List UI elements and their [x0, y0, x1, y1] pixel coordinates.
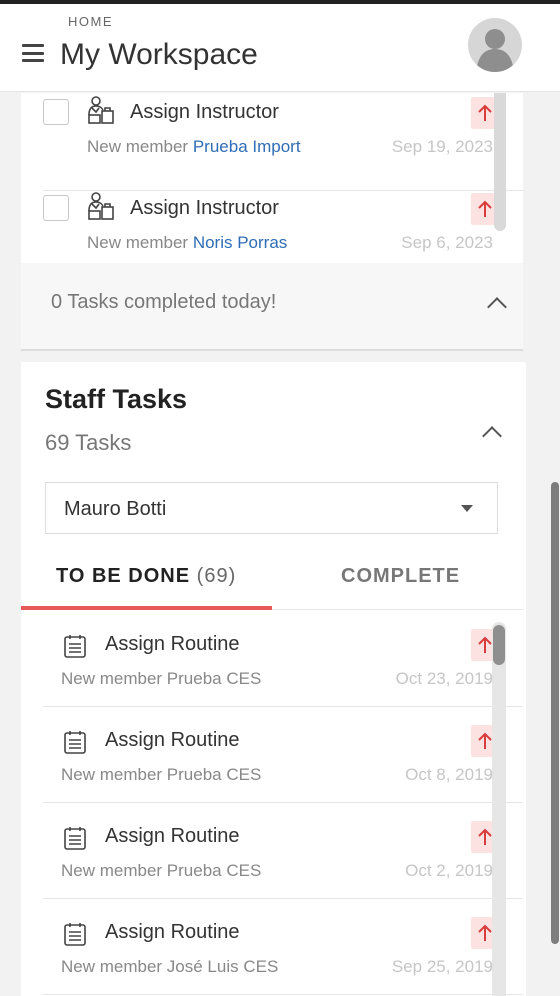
tasks-completed-bar[interactable]: 0 Tasks completed today! [21, 263, 523, 351]
task-date: Sep 19, 2023 [391, 137, 493, 156]
tab-complete-label: COMPLETE [341, 565, 461, 587]
chevron-up-icon[interactable] [487, 297, 507, 317]
my-tasks-list[interactable]: Assign Instructor New member Prueba Impo… [21, 93, 523, 263]
tab-complete[interactable]: COMPLETE [272, 550, 523, 610]
list-item[interactable]: Assign Routine New member José Luis CES … [43, 899, 523, 995]
task-subtitle: New member Noris Porras [87, 233, 288, 252]
task-subtitle: New member Prueba CES [61, 765, 262, 784]
task-item[interactable]: Assign Instructor New member Prueba Impo… [43, 95, 523, 191]
staff-tasks-list[interactable]: Assign Routine New member Prueba CES Oct… [21, 611, 523, 996]
assign-instructor-icon [87, 95, 115, 125]
tab-to-be-done[interactable]: TO BE DONE (69) [21, 550, 272, 610]
list-item[interactable]: Assign Routine New member Prueba CES Oct… [43, 611, 523, 707]
calendar-icon [63, 633, 87, 659]
staff-select[interactable]: Mauro Botti [45, 482, 498, 534]
page-scrollbar[interactable] [551, 482, 559, 944]
task-name: Assign Routine [105, 729, 240, 751]
task-checkbox[interactable] [43, 99, 69, 125]
task-name: Assign Routine [105, 633, 240, 655]
task-tabs: TO BE DONE (69) COMPLETE [21, 550, 523, 610]
page-title: My Workspace [60, 38, 258, 71]
staff-select-value: Mauro Botti [64, 498, 167, 520]
task-name: Assign Routine [105, 825, 240, 847]
staff-tasks-count: 69 Tasks [45, 430, 132, 455]
scrollbar-thumb[interactable] [493, 625, 505, 665]
task-checkbox[interactable] [43, 195, 69, 221]
chevron-up-icon[interactable] [482, 426, 502, 446]
staff-tasks-title: Staff Tasks [45, 384, 188, 414]
my-tasks-scrollbar[interactable] [494, 93, 506, 231]
task-date: Sep 6, 2023 [401, 233, 493, 252]
member-link[interactable]: Prueba Import [193, 137, 301, 156]
calendar-icon [63, 729, 87, 755]
task-name: Assign Routine [105, 921, 240, 943]
calendar-icon [63, 921, 87, 947]
member-link[interactable]: Noris Porras [193, 233, 287, 252]
task-subtitle: New member Prueba CES [61, 861, 262, 880]
chevron-down-icon [461, 505, 473, 512]
task-item[interactable]: Assign Instructor New member Noris Porra… [43, 191, 523, 263]
tasks-completed-text: 0 Tasks completed today! [51, 291, 277, 313]
task-subtitle: New member Prueba Import [87, 137, 301, 156]
task-date: Oct 8, 2019 [405, 765, 493, 784]
task-name: Assign Instructor [130, 101, 279, 123]
task-date: Sep 25, 2019 [391, 957, 493, 976]
task-date: Oct 2, 2019 [405, 861, 493, 880]
tab-to-be-done-count: (69) [196, 565, 237, 587]
list-item[interactable]: Assign Routine New member Prueba CES Oct… [43, 707, 523, 803]
app-header: HOME My Workspace [0, 4, 560, 92]
task-subtitle: New member Prueba CES [61, 669, 262, 688]
staff-tasks-panel: Staff Tasks 69 Tasks Mauro Botti TO BE D… [21, 362, 526, 996]
tab-to-be-done-label: TO BE DONE [56, 565, 191, 587]
calendar-icon [63, 825, 87, 851]
task-date: Oct 23, 2019 [395, 669, 493, 688]
breadcrumb[interactable]: HOME [68, 14, 113, 29]
list-item[interactable]: Assign Routine New member Prueba CES Oct… [43, 803, 523, 899]
task-name: Assign Instructor [130, 197, 279, 219]
hamburger-menu-icon[interactable] [22, 44, 44, 62]
user-avatar-icon[interactable] [468, 18, 522, 72]
task-subtitle: New member José Luis CES [61, 957, 279, 976]
staff-tasks-scrollbar[interactable] [492, 622, 506, 996]
assign-instructor-icon [87, 191, 115, 221]
